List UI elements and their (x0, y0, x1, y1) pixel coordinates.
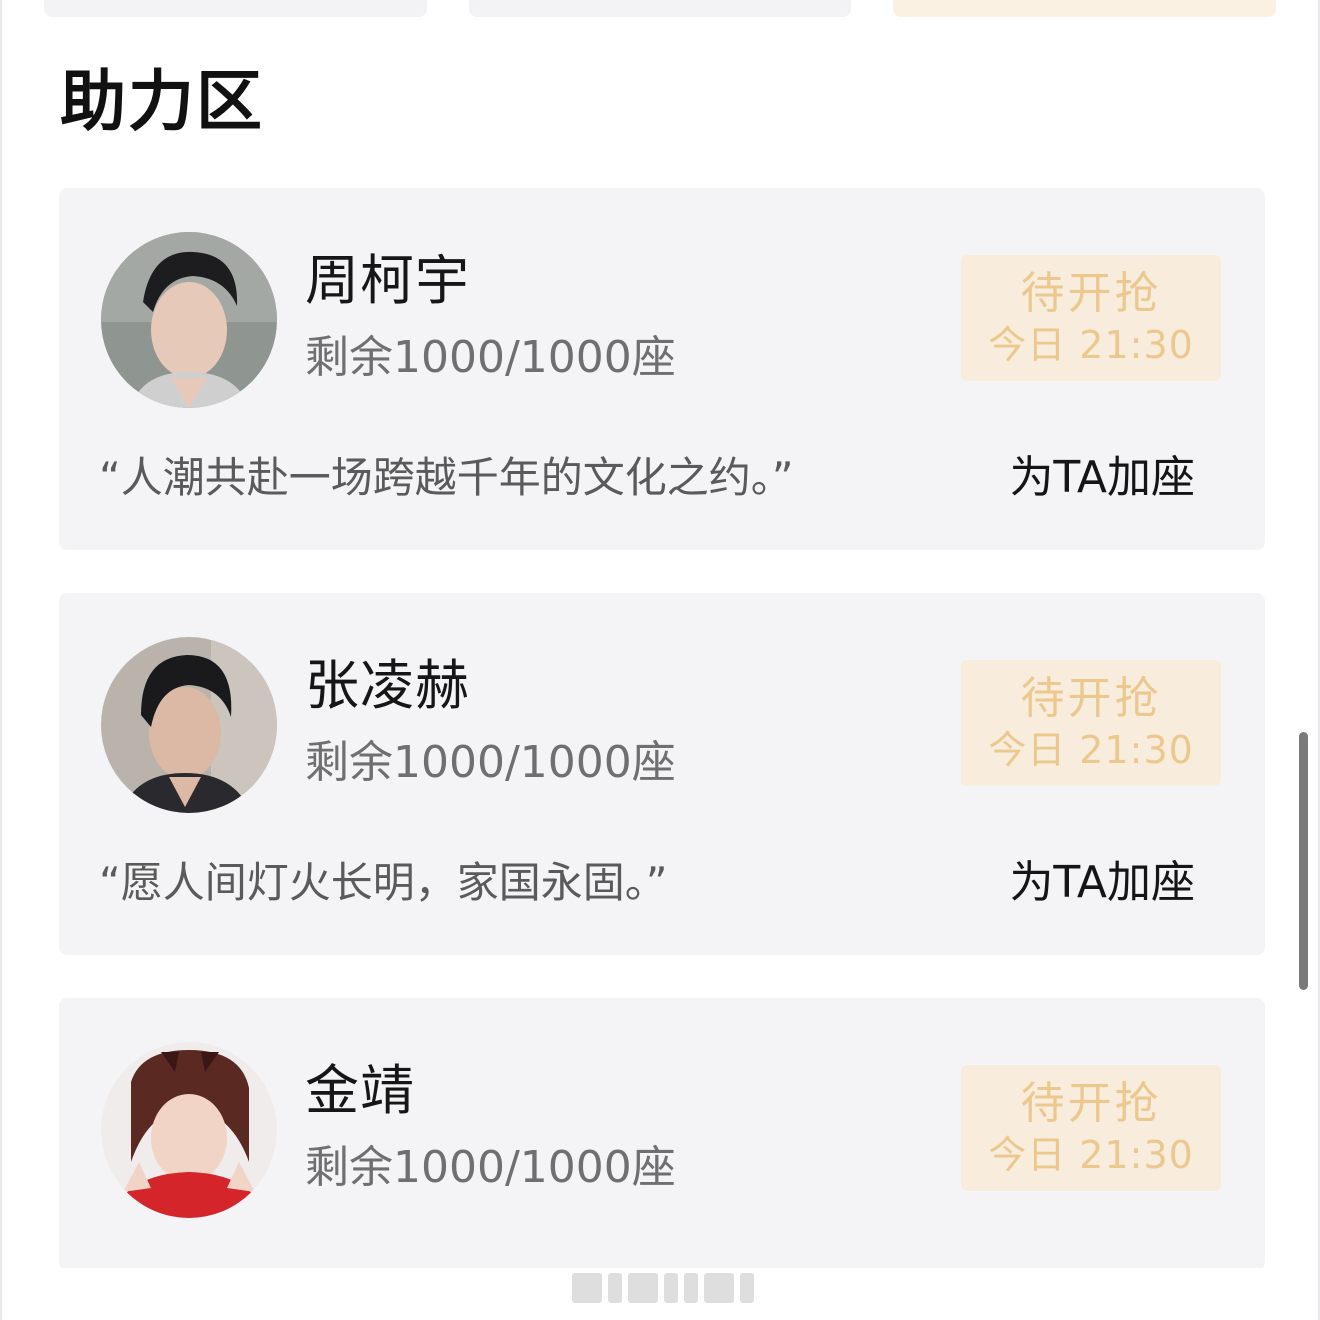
add-seat-button[interactable]: 为TA加座 (1009, 851, 1195, 915)
top-tab-strip (44, 0, 1277, 17)
grab-button[interactable]: 待开抢 今日 21:30 (961, 255, 1221, 381)
celebrity-card: 周柯宇 剩余1000/1000座 待开抢 今日 21:30 “人潮共赴一场跨越千… (59, 188, 1265, 550)
celebrity-card: 张凌赫 剩余1000/1000座 待开抢 今日 21:30 “愿人间灯火长明，家… (59, 593, 1265, 955)
avatar[interactable] (101, 1042, 277, 1218)
section-title: 助力区 (60, 63, 264, 140)
top-tab[interactable] (468, 0, 852, 17)
top-tab[interactable] (893, 0, 1277, 17)
avatar-photo (101, 637, 277, 813)
avatar[interactable] (101, 637, 277, 813)
add-seat-button[interactable]: 为TA加座 (1009, 446, 1195, 510)
avatar-photo (101, 232, 277, 408)
grab-time: 今日 21:30 (988, 323, 1194, 367)
watermark-icon (572, 1270, 754, 1306)
avatar-photo (101, 1042, 277, 1218)
seats-remaining: 剩余1000/1000座 (305, 332, 676, 383)
grab-time: 今日 21:30 (988, 728, 1194, 772)
celebrity-quote: “愿人间灯火长明，家国永固。” (99, 858, 668, 907)
grab-button[interactable]: 待开抢 今日 21:30 (961, 1065, 1221, 1191)
celebrity-card: 金靖 剩余1000/1000座 待开抢 今日 21:30 (59, 998, 1265, 1270)
seats-remaining: 剩余1000/1000座 (305, 1142, 676, 1193)
scrollbar[interactable] (1299, 732, 1308, 990)
seats-remaining: 剩余1000/1000座 (305, 737, 676, 788)
top-tab[interactable] (44, 0, 427, 17)
grab-status: 待开抢 (1020, 268, 1162, 319)
celebrity-name: 张凌赫 (305, 654, 470, 717)
grab-status: 待开抢 (1020, 1078, 1162, 1129)
celebrity-quote: “人潮共赴一场跨越千年的文化之约。” (99, 453, 794, 502)
grab-button[interactable]: 待开抢 今日 21:30 (961, 660, 1221, 786)
grab-status: 待开抢 (1020, 673, 1162, 724)
grab-time: 今日 21:30 (988, 1133, 1194, 1177)
app-page: 助力区 周柯宇 剩余1000/1000座 待开抢 今日 21:30 “人潮共赴一… (0, 0, 1320, 1320)
avatar[interactable] (101, 232, 277, 408)
celebrity-name: 周柯宇 (305, 249, 470, 312)
celebrity-name: 金靖 (305, 1059, 415, 1122)
